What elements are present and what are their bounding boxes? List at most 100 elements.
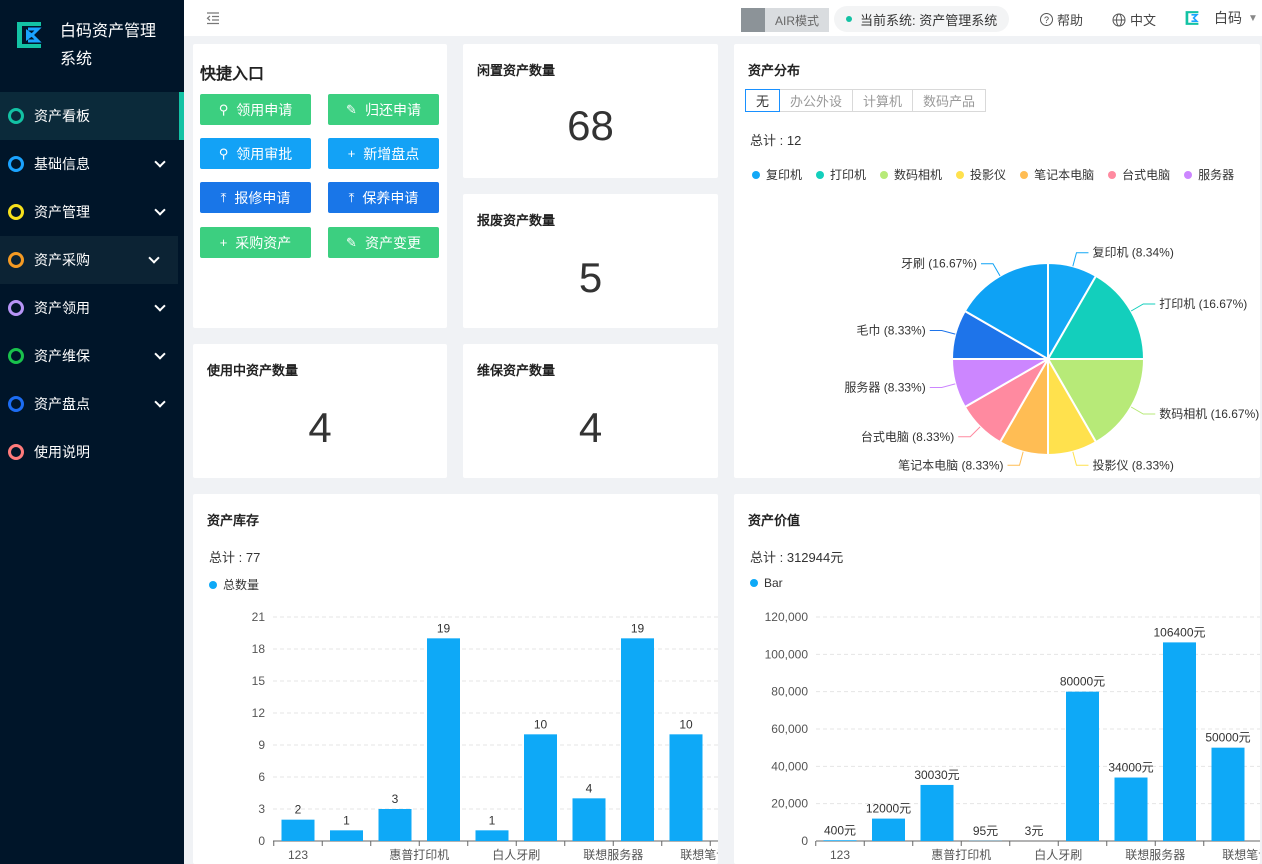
quick-button-5[interactable]: ⤒ 保养申请 [328,182,439,213]
sidebar-item-6[interactable]: 资产盘点 [0,380,184,428]
pie-label-line [981,263,1001,277]
bar[interactable] [378,809,412,841]
bar[interactable] [1211,747,1245,841]
quick-button-1[interactable]: ✎ 归还申请 [328,94,439,125]
tab-1[interactable]: 办公外设 [779,89,854,112]
sidebar-item-5[interactable]: 资产维保 [0,332,184,380]
bar-value-label: 1 [343,813,350,827]
pie-slice-label: 笔记本电脑 (8.33%) [898,457,1003,472]
bar-value-label: 19 [631,621,645,635]
value-bar-chart: 0 20,000 40,000 60,000 80,000 100,000 120,000 4… [765,610,1260,862]
tab-2[interactable]: 计算机 [852,89,914,112]
bar[interactable] [572,798,606,841]
pie-label-line [1130,303,1156,312]
sidebar-item-1[interactable]: 基础信息 [0,140,184,188]
header: AIR模式 当前系统: 资产管理系统 ? 帮助 中文 白码 ▼ [184,0,1262,36]
maintenance-assets-card: 维保资产数量 4 [463,344,718,478]
bar[interactable] [475,830,509,841]
language-label: 中文 [1130,13,1157,28]
quick-button-7[interactable]: ✎ 资产变更 [328,227,439,258]
sidebar-item-label: 使用说明 [34,444,90,460]
bar[interactable] [669,734,703,841]
pie-slice-label: 打印机 (16.67%) [1159,297,1247,311]
tab-0[interactable]: 无 [745,89,781,112]
air-mode-toggle[interactable]: AIR模式 [741,8,829,32]
user-menu[interactable]: 白码 ▼ [1184,8,1258,28]
user-icon: ⚲ [218,145,229,161]
y-tick-label: 40,000 [771,759,808,773]
sidebar-item-2[interactable]: 资产管理 [0,188,184,236]
quick-button-label: 报修申请 [234,189,291,206]
logo[interactable]: 白码资产管理系统 [0,0,184,92]
quick-entry-card: 快捷入口 ⚲ 领用申请 ✎ 归还申请 ⚲ 领用审批 + 新增盘点 ⤒ 报修申请 ⤒ 保养申请 + 采购资产… [193,44,447,328]
bar[interactable] [1066,691,1099,841]
language-switch[interactable]: 中文 [1112,10,1156,29]
quick-button-label: 新增盘点 [363,145,420,162]
idle-assets-value: 68 [567,102,614,149]
sidebar-dot-icon [8,348,24,364]
user-icon: ⚲ [218,101,229,117]
x-tick-label: 联想笔记本 [1222,847,1260,862]
bar-value-label: 12000元 [866,802,911,816]
scrapped-assets-title: 报废资产数量 [477,213,556,228]
bar-value-label: 34000元 [1108,761,1153,775]
bar[interactable] [330,830,363,841]
bar[interactable] [524,734,557,841]
sidebar-item-label: 资产管理 [34,204,90,220]
chevron-down-icon [154,204,166,216]
bar[interactable] [427,638,460,841]
bar[interactable] [823,840,857,841]
y-tick-label: 0 [801,834,808,848]
quick-button-6[interactable]: + 采购资产 [200,227,311,258]
quick-button-2[interactable]: ⚲ 领用审批 [200,138,311,169]
bar-value-label: 10 [534,717,548,731]
bar-value-label: 4 [586,781,593,795]
quick-button-label: 保养申请 [362,189,419,206]
y-tick-label: 18 [252,642,266,656]
edit-icon: ✎ [346,101,357,117]
chevron-down-icon [154,300,166,312]
chevron-down-icon [148,252,160,264]
sidebar: 白码资产管理系统 资产看板 基础信息资产管理资产采购资产领用资产维保 资产盘点使用说… [0,0,184,864]
sidebar-item-7[interactable]: 使用说明 [0,428,184,476]
quick-button-3[interactable]: + 新增盘点 [328,138,439,169]
x-tick-label: 联想服务器 [583,847,643,862]
bar[interactable] [621,638,654,841]
sidebar-item-0[interactable]: 资产看板 [0,92,184,140]
sidebar-item-3[interactable]: 资产采购 [0,236,178,284]
quick-button-label: 归还申请 [364,101,421,118]
globe-icon [1112,13,1126,26]
quick-button-4[interactable]: ⤒ 报修申请 [200,182,311,213]
app-title: 白码资产管理系统 [60,23,157,68]
help-link[interactable]: ? 帮助 [1040,10,1083,29]
sidebar-dot-icon [8,396,24,412]
sidebar-dot-icon [8,252,24,268]
x-tick-label: 123 [288,848,308,862]
quick-button-0[interactable]: ⚲ 领用申请 [200,94,311,125]
quick-button-label: 领用审批 [236,145,293,162]
bar-value-label: 106400元 [1153,625,1205,639]
plus-icon: + [219,235,228,250]
bar[interactable] [920,784,954,841]
y-tick-label: 0 [258,834,265,848]
sidebar-dot-icon [8,204,24,220]
quick-button-label: 资产变更 [364,234,421,251]
user-logo-icon [1185,11,1199,25]
bar-value-label: 1 [489,813,496,827]
x-tick-label: 联想服务器 [1125,847,1185,862]
bar[interactable] [281,819,315,841]
current-system[interactable]: 当前系统: 资产管理系统 [834,6,1010,32]
bar[interactable] [1163,642,1196,841]
quick-button-label: 领用申请 [236,101,293,118]
idle-assets-card: 闲置资产数量 68 [463,44,718,178]
bar[interactable] [1114,777,1148,841]
tab-3[interactable]: 数码产品 [912,89,987,112]
bar-value-label: 80000元 [1060,675,1105,689]
menu-collapse-icon[interactable] [206,11,220,25]
quick-entry-title: 快捷入口 [200,66,265,83]
sidebar-item-4[interactable]: 资产领用 [0,284,184,332]
bar[interactable] [872,818,905,841]
air-mode-switch[interactable] [741,8,765,32]
sidebar-item-label: 资产领用 [34,300,90,316]
pie-slice-label: 台式电脑 (8.33%) [861,429,954,444]
